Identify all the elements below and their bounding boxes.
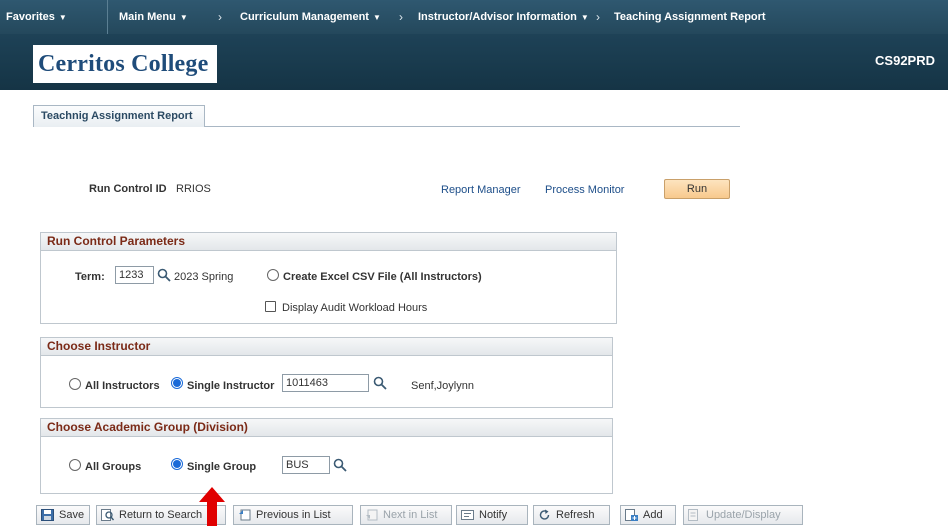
breadcrumb-teaching-assignment-report[interactable]: Teaching Assignment Report xyxy=(614,11,766,23)
refresh-button[interactable]: Refresh xyxy=(533,505,610,525)
breadcrumb-curriculum-management[interactable]: Curriculum Management ▼ xyxy=(240,11,381,23)
chevron-down-icon: ▼ xyxy=(372,13,381,22)
section-title: Choose Academic Group (Division) xyxy=(41,419,612,437)
next-in-list-button[interactable]: Next in List xyxy=(360,505,452,525)
run-control-id-value: RRIOS xyxy=(176,183,211,195)
all-instructors-radio[interactable] xyxy=(69,378,81,390)
breadcrumb-label: Instructor/Advisor Information xyxy=(418,11,577,23)
run-control-id-label: Run Control ID xyxy=(89,183,167,195)
add-button[interactable]: Add xyxy=(620,505,676,525)
refresh-icon xyxy=(539,509,550,520)
breadcrumb-separator-icon: › xyxy=(399,10,403,24)
all-instructors-label: All Instructors xyxy=(85,380,160,392)
all-groups-label: All Groups xyxy=(85,461,142,473)
return-to-search-icon xyxy=(101,509,114,521)
section-title: Choose Instructor xyxy=(41,338,612,356)
next-in-list-label: Next in List xyxy=(383,509,438,521)
favorites-menu[interactable]: Favorites ▼ xyxy=(6,11,67,23)
database-name: CS92PRD xyxy=(875,53,935,68)
chevron-down-icon: ▼ xyxy=(58,13,67,22)
term-description: 2023 Spring xyxy=(174,271,234,283)
save-icon xyxy=(41,509,54,521)
save-button[interactable]: Save xyxy=(36,505,90,525)
add-label: Add xyxy=(643,509,663,521)
top-navigation-bar: Favorites ▼ Main Menu ▼ › Curriculum Manag… xyxy=(0,0,948,34)
next-in-list-icon xyxy=(366,509,378,521)
search-icon[interactable] xyxy=(373,376,387,390)
all-groups-radio[interactable] xyxy=(69,459,81,471)
add-icon xyxy=(625,509,638,521)
previous-in-list-label: Previous in List xyxy=(256,509,331,521)
single-instructor-radio[interactable] xyxy=(171,377,183,389)
notify-button[interactable]: Notify xyxy=(456,505,528,525)
academic-group-input[interactable]: BUS xyxy=(282,456,330,474)
display-audit-label: Display Audit Workload Hours xyxy=(282,302,428,314)
single-instructor-label: Single Instructor xyxy=(187,380,275,392)
page-toolbar: Save Return to Search Previous in List N… xyxy=(0,505,948,526)
chevron-down-icon: ▼ xyxy=(580,13,589,22)
breadcrumb-separator-icon: › xyxy=(596,10,600,24)
favorites-label: Favorites xyxy=(6,11,55,23)
red-arrow-annotation xyxy=(199,487,225,526)
process-monitor-link[interactable]: Process Monitor xyxy=(545,184,624,196)
tab-divider xyxy=(205,126,740,127)
create-excel-label: Create Excel CSV File (All Instructors) xyxy=(283,271,482,283)
instructor-id-input[interactable]: 1011463 xyxy=(282,374,369,392)
search-icon[interactable] xyxy=(333,458,347,472)
notify-label: Notify xyxy=(479,509,508,521)
update-display-icon xyxy=(688,509,698,521)
college-logo: Cerritos College xyxy=(33,45,217,83)
choose-instructor-group: Choose Instructor xyxy=(40,337,613,408)
term-label: Term: xyxy=(75,271,105,283)
display-audit-checkbox[interactable] xyxy=(265,301,276,312)
update-display-label: Update/Display xyxy=(706,509,781,521)
page-header: Cerritos College CS92PRD xyxy=(0,34,948,90)
section-title: Run Control Parameters xyxy=(41,233,616,251)
instructor-name: Senf,Joylynn xyxy=(411,380,474,392)
search-icon[interactable] xyxy=(157,268,171,282)
notify-icon xyxy=(461,510,474,520)
main-menu-label: Main Menu xyxy=(119,11,176,23)
update-display-button[interactable]: Update/Display xyxy=(683,505,803,525)
breadcrumb-separator-icon: › xyxy=(218,10,222,24)
save-label: Save xyxy=(59,509,85,521)
report-manager-link[interactable]: Report Manager xyxy=(441,184,521,196)
nav-divider xyxy=(107,0,108,34)
tab-teaching-assignment-report[interactable]: Teachnig Assignment Report xyxy=(33,105,205,127)
run-button[interactable]: Run xyxy=(664,179,730,199)
breadcrumb-label: Curriculum Management xyxy=(240,11,369,23)
return-to-search-label: Return to Search xyxy=(119,509,203,521)
term-input[interactable]: 1233 xyxy=(115,266,154,284)
single-group-radio[interactable] xyxy=(171,458,183,470)
single-group-label: Single Group xyxy=(187,461,257,473)
chevron-down-icon: ▼ xyxy=(179,13,188,22)
previous-in-list-button[interactable]: Previous in List xyxy=(233,505,353,525)
breadcrumb-instructor-advisor-information[interactable]: Instructor/Advisor Information ▼ xyxy=(418,11,589,23)
previous-in-list-icon xyxy=(239,509,251,521)
create-excel-radio[interactable] xyxy=(267,269,279,281)
main-menu[interactable]: Main Menu ▼ xyxy=(119,11,188,23)
refresh-label: Refresh xyxy=(556,509,595,521)
